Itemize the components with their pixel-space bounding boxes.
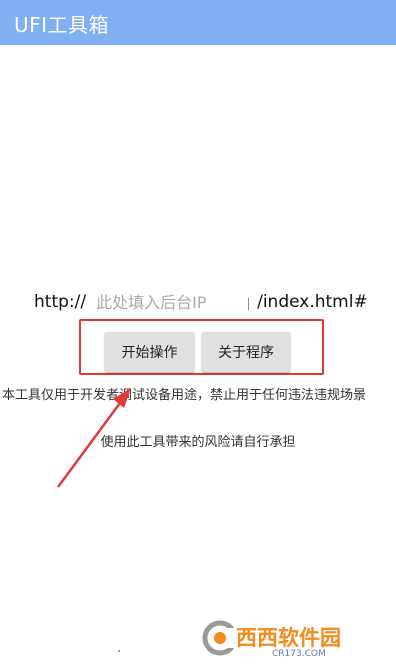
input-underline-mark — [248, 298, 250, 310]
site-watermark: 西西软件园 CR173.COM — [200, 618, 390, 662]
url-suffix: /index.html# — [257, 292, 368, 312]
app-title: UFI工具箱 — [14, 13, 110, 37]
about-program-button[interactable]: 关于程序 — [202, 332, 290, 372]
usage-notice: 本工具仅用于开发者调试设备用途，禁止用于任何违法违规场景 — [2, 388, 367, 403]
url-row: http:// /index.html# — [34, 290, 368, 314]
start-operation-button[interactable]: 开始操作 — [105, 332, 194, 372]
ip-input[interactable] — [96, 292, 245, 312]
url-prefix: http:// — [34, 292, 87, 312]
watermark-logo-icon — [202, 620, 238, 656]
watermark-subtext: CR173.COM — [272, 649, 326, 659]
app-bar: UFI工具箱 — [0, 0, 396, 45]
stray-dot — [118, 650, 120, 652]
watermark-text: 西西软件园 — [236, 626, 341, 650]
risk-disclaimer: 使用此工具带来的风险请自行承担 — [100, 435, 296, 450]
